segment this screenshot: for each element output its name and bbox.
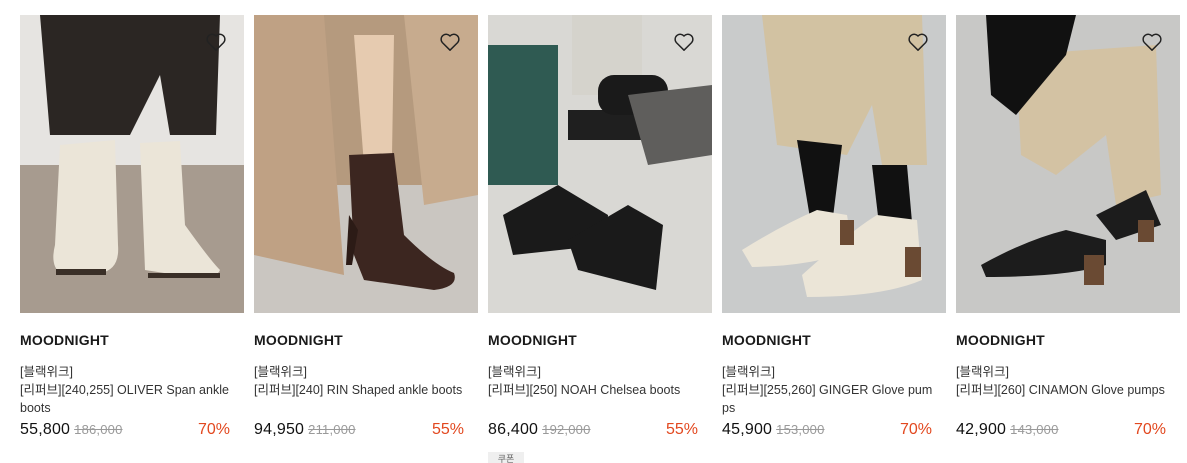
product-name[interactable]: [리퍼브][240,255] OLIVER Span ankle boots — [20, 381, 234, 421]
coupon-badge: 쿠폰 — [488, 452, 524, 463]
product-card[interactable]: MOODNIGHT [블랙위크] [리퍼브][250] NOAH Chelsea… — [488, 15, 712, 421]
product-card[interactable]: MOODNIGHT [블랙위크] [리퍼브][255,260] GINGER G… — [722, 15, 946, 421]
promo-tag[interactable]: [블랙위크] — [20, 364, 244, 381]
product-photo — [488, 15, 712, 313]
product-image[interactable] — [20, 15, 244, 313]
sale-price-value: 86,400 — [488, 421, 539, 438]
product-grid: MOODNIGHT [블랙위크] [리퍼브][240,255] OLIVER S… — [0, 0, 1187, 463]
price-row: 42,900 143,000 70% — [956, 421, 1166, 443]
product-image[interactable] — [488, 15, 712, 313]
sale-price-value: 94,950 — [254, 421, 305, 438]
product-name[interactable]: [리퍼브][260] CINAMON Glove pumps — [956, 381, 1170, 421]
promo-tag[interactable]: [블랙위크] — [956, 364, 1180, 381]
sale-price: 86,400 192,000 — [488, 421, 591, 439]
discount-rate: 70% — [1133, 421, 1166, 438]
sale-price-value: 45,900 — [722, 421, 773, 438]
product-card[interactable]: MOODNIGHT [블랙위크] [리퍼브][240,255] OLIVER S… — [20, 15, 244, 421]
original-price: 143,000 — [1010, 422, 1059, 437]
product-image[interactable] — [722, 15, 946, 313]
sale-price-value: 42,900 — [956, 421, 1007, 438]
product-photo — [956, 15, 1180, 313]
product-photo — [254, 15, 478, 313]
original-price: 153,000 — [776, 422, 825, 437]
product-card[interactable]: MOODNIGHT [블랙위크] [리퍼브][260] CINAMON Glov… — [956, 15, 1180, 421]
product-photo — [20, 15, 244, 313]
sale-price: 94,950 211,000 — [254, 421, 356, 439]
promo-tag[interactable]: [블랙위크] — [722, 364, 946, 381]
product-photo — [722, 15, 946, 313]
heart-icon[interactable] — [1141, 32, 1163, 52]
brand-name[interactable]: MOODNIGHT — [488, 330, 712, 350]
product-name[interactable]: [리퍼브][240] RIN Shaped ankle boots — [254, 381, 468, 421]
sale-price: 45,900 153,000 — [722, 421, 825, 439]
heart-icon[interactable] — [439, 32, 461, 52]
brand-name[interactable]: MOODNIGHT — [956, 330, 1180, 350]
discount-rate: 70% — [197, 421, 230, 438]
brand-name[interactable]: MOODNIGHT — [20, 330, 244, 350]
heart-icon[interactable] — [205, 32, 227, 52]
promo-tag[interactable]: [블랙위크] — [254, 364, 478, 381]
sale-price: 55,800 186,000 — [20, 421, 123, 439]
promo-tag[interactable]: [블랙위크] — [488, 364, 712, 381]
product-image[interactable] — [254, 15, 478, 313]
price-row: 86,400 192,000 55% — [488, 421, 698, 443]
product-name[interactable]: [리퍼브][255,260] GINGER Glove pumps — [722, 381, 936, 421]
price-row: 94,950 211,000 55% — [254, 421, 464, 443]
product-name[interactable]: [리퍼브][250] NOAH Chelsea boots — [488, 381, 702, 421]
discount-rate: 55% — [665, 421, 698, 438]
price-row: 45,900 153,000 70% — [722, 421, 932, 443]
brand-name[interactable]: MOODNIGHT — [254, 330, 478, 350]
original-price: 211,000 — [308, 422, 356, 437]
discount-rate: 55% — [431, 421, 464, 438]
original-price: 192,000 — [542, 422, 591, 437]
price-row: 55,800 186,000 70% — [20, 421, 230, 443]
product-image[interactable] — [956, 15, 1180, 313]
original-price: 186,000 — [74, 422, 123, 437]
product-card[interactable]: MOODNIGHT [블랙위크] [리퍼브][240] RIN Shaped a… — [254, 15, 478, 421]
heart-icon[interactable] — [673, 32, 695, 52]
brand-name[interactable]: MOODNIGHT — [722, 330, 946, 350]
sale-price-value: 55,800 — [20, 421, 71, 438]
sale-price: 42,900 143,000 — [956, 421, 1059, 439]
discount-rate: 70% — [899, 421, 932, 438]
heart-icon[interactable] — [907, 32, 929, 52]
